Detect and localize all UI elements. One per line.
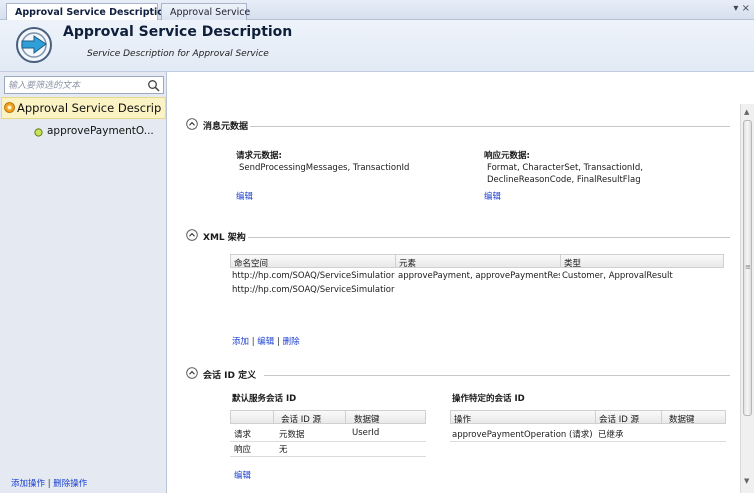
session-row-name: 响应: [234, 445, 252, 455]
xml-actions: 添加 | 编辑 | 删除: [232, 335, 300, 347]
section-divider: [250, 126, 730, 127]
filter-box: [4, 76, 164, 94]
xml-table-header: 命名空间 元素 类型: [230, 254, 724, 269]
service-description-icon: [16, 27, 52, 63]
filter-input[interactable]: [8, 79, 143, 92]
metadata-section-title: 消息元数据: [203, 122, 249, 132]
column-divider: [345, 411, 346, 423]
column-data-key[interactable]: 数据键: [354, 413, 380, 425]
column-divider: [273, 411, 274, 423]
tree-item-operation-label: approvePaymentO...: [47, 125, 154, 137]
document-tab-bar: Approval Service Description Approval Se…: [0, 0, 754, 20]
edit-default-session-link[interactable]: 编辑: [234, 469, 251, 481]
edit-schema-link[interactable]: 编辑: [257, 337, 274, 347]
scroll-down-arrow-icon[interactable]: ▼: [744, 477, 749, 485]
separator: |: [47, 479, 51, 489]
grip-icon: ≡: [745, 263, 751, 271]
column-operation[interactable]: 操作: [454, 413, 471, 425]
column-namespace[interactable]: 命名空间: [234, 257, 268, 269]
default-session-table-header: 会话 ID 源 数据键: [230, 410, 426, 425]
request-metadata-label: 请求元数据:: [236, 151, 282, 161]
section-divider: [264, 375, 730, 376]
row-divider: [450, 441, 726, 442]
section-divider: [248, 237, 730, 238]
page-title: Approval Service Description: [63, 24, 293, 40]
scroll-up-arrow-icon[interactable]: ▲: [744, 108, 749, 116]
add-schema-link[interactable]: 添加: [232, 337, 249, 347]
column-data-key[interactable]: 数据键: [669, 413, 695, 425]
main-content: 消息元数据 请求元数据: SendProcessingMessages, Tra…: [168, 72, 740, 493]
search-icon[interactable]: [147, 79, 160, 92]
separator: |: [251, 337, 255, 347]
page-header: Approval Service Description Service Des…: [0, 20, 754, 72]
tree-item-service[interactable]: Approval Service Descrip: [1, 97, 166, 119]
add-operation-link[interactable]: 添加操作: [11, 479, 45, 489]
collapse-icon[interactable]: [186, 367, 198, 379]
edit-request-metadata-link[interactable]: 编辑: [236, 190, 253, 202]
namespace-cell: http://hp.com/SOAQ/ServiceSimulatior: [232, 271, 395, 281]
xml-section-title: XML 架构: [203, 233, 246, 243]
scrollbar-thumb[interactable]: ≡: [743, 120, 752, 416]
request-metadata-value: SendProcessingMessages, TransactionId: [239, 163, 410, 173]
tab-menu-close-icon[interactable]: ▾ ×: [733, 3, 750, 14]
session-row-key: UserId: [352, 428, 380, 438]
column-element[interactable]: 元素: [399, 257, 416, 269]
session-row-source: 无: [279, 445, 288, 455]
service-node-icon: [4, 102, 15, 113]
session-section-title: 会话 ID 定义: [203, 371, 257, 381]
tree-item-operation[interactable]: approvePaymentO...: [34, 125, 164, 141]
column-session-source[interactable]: 会话 ID 源: [599, 413, 639, 425]
column-divider: [560, 255, 561, 267]
separator: |: [277, 337, 280, 347]
column-session-source[interactable]: 会话 ID 源: [281, 413, 321, 425]
session-row-name: 请求: [234, 430, 252, 440]
response-metadata-value-line1: Format, CharacterSet, TransactionId,: [487, 163, 643, 173]
operation-session-table-header: 操作 会话 ID 源 数据键: [450, 410, 726, 425]
namespace-cell: http://hp.com/SOAQ/ServiceSimulatior: [232, 285, 395, 295]
response-metadata-value-line2: DeclineReasonCode, FinalResultFlag: [487, 175, 641, 185]
delete-operation-link[interactable]: 删除操作: [53, 479, 87, 489]
collapse-icon[interactable]: [186, 118, 198, 130]
row-divider: [230, 456, 426, 457]
page-subtitle: Service Description for Approval Service: [87, 49, 269, 59]
collapse-icon[interactable]: [186, 229, 198, 241]
delete-schema-link[interactable]: 删除: [283, 337, 300, 347]
edit-response-metadata-link[interactable]: 编辑: [484, 190, 501, 202]
tree-item-service-label: Approval Service Descrip: [17, 101, 162, 115]
tab-approval-service-description[interactable]: Approval Service Description: [6, 3, 171, 20]
column-divider: [395, 255, 396, 267]
operation-session-label: 操作特定的会话 ID: [452, 394, 525, 404]
type-cell: Customer, ApprovalResult: [562, 271, 673, 281]
column-divider: [661, 411, 662, 423]
operation-node-icon: [34, 128, 43, 137]
column-type[interactable]: 类型: [564, 257, 581, 269]
session-row-source: 元数据: [279, 430, 305, 440]
vertical-scrollbar[interactable]: ▲ ≡ ▼: [740, 104, 754, 493]
element-cell: approvePayment, approvePaymentRes: [398, 271, 560, 281]
operation-cell: approvePaymentOperation (请求): [452, 430, 593, 440]
row-divider: [230, 441, 426, 442]
response-metadata-label: 响应元数据:: [484, 151, 530, 161]
column-divider: [595, 411, 596, 423]
operations-panel: Approval Service Descrip approvePaymentO…: [0, 72, 167, 493]
tab-approval-service[interactable]: Approval Service: [161, 3, 250, 20]
default-session-label: 默认服务会话 ID: [232, 394, 297, 404]
operation-actions: 添加操作 | 删除操作: [11, 477, 87, 489]
operation-source-cell: 已继承: [598, 430, 624, 440]
